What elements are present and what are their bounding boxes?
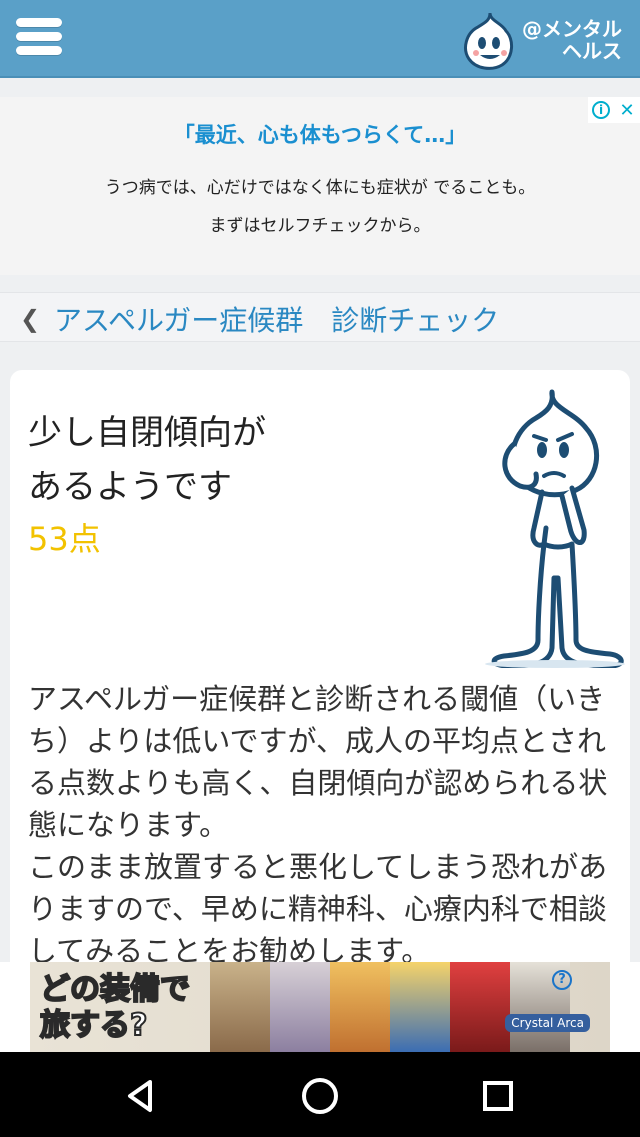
ad-text-line2: 旅する?: [39, 1007, 148, 1044]
brand-line1: @メンタル: [522, 17, 622, 41]
ad-character-image: [390, 962, 450, 1052]
ad-character-image: [210, 962, 270, 1052]
ad-character-image: [330, 962, 390, 1052]
ad-logo: Crystal Arca: [505, 1014, 590, 1032]
mascot-logo-icon: [464, 12, 513, 70]
score-value: 53点: [28, 520, 101, 558]
result-description: アスペルガー症候群と診断される閾値（いきち）よりは低いですが、成人の平均点とされ…: [28, 678, 628, 972]
ad-headline[interactable]: 「最近、心も体もつらくて…」: [0, 119, 640, 149]
ad-text-line1: どの装備で: [39, 971, 191, 1008]
ad-banner-bottom[interactable]: どの装備で 旅する? Crystal Arca ?: [0, 962, 640, 1052]
result-title-line1: 少し自閉傾向が: [28, 413, 266, 453]
ad-line-2: まずはセルフチェックから。: [209, 216, 431, 236]
home-icon[interactable]: [298, 1074, 342, 1118]
ad-image[interactable]: どの装備で 旅する? Crystal Arca ?: [30, 962, 610, 1052]
result-body: アスペルガー症候群と診断される閾値（いきち）よりは低いですが、成人の平均点とされ…: [28, 682, 608, 968]
result-title: 少し自閉傾向が あるようです: [28, 406, 368, 514]
back-icon[interactable]: [120, 1074, 164, 1118]
system-navbar: [0, 1052, 640, 1137]
brand-line2: ヘルス: [562, 39, 622, 63]
ad-characters: [210, 962, 570, 1052]
breadcrumb: ❮ アスペルガー症候群 診断チェック: [0, 292, 640, 342]
breadcrumb-title[interactable]: アスペルガー症候群 診断チェック: [54, 299, 499, 339]
ad-banner-top[interactable]: i ✕ 「最近、心も体もつらくて…」 うつ病では、心だけではなく体にも症状が で…: [0, 97, 640, 275]
app-header: @メンタル ヘルス: [0, 0, 640, 78]
chevron-left-icon[interactable]: ❮: [20, 305, 40, 333]
recents-icon[interactable]: [476, 1074, 520, 1118]
result-title-line2: あるようです: [28, 467, 232, 507]
thinking-mascot-icon: [485, 389, 625, 668]
menu-icon[interactable]: [16, 18, 62, 62]
ad-character-image: [270, 962, 330, 1052]
ad-help-icon[interactable]: ?: [552, 970, 572, 990]
ad-line-1: うつ病では、心だけではなく体にも症状が でることも。: [104, 178, 536, 198]
ad-character-image: [450, 962, 510, 1052]
brand-logo[interactable]: @メンタル ヘルス: [460, 8, 622, 72]
